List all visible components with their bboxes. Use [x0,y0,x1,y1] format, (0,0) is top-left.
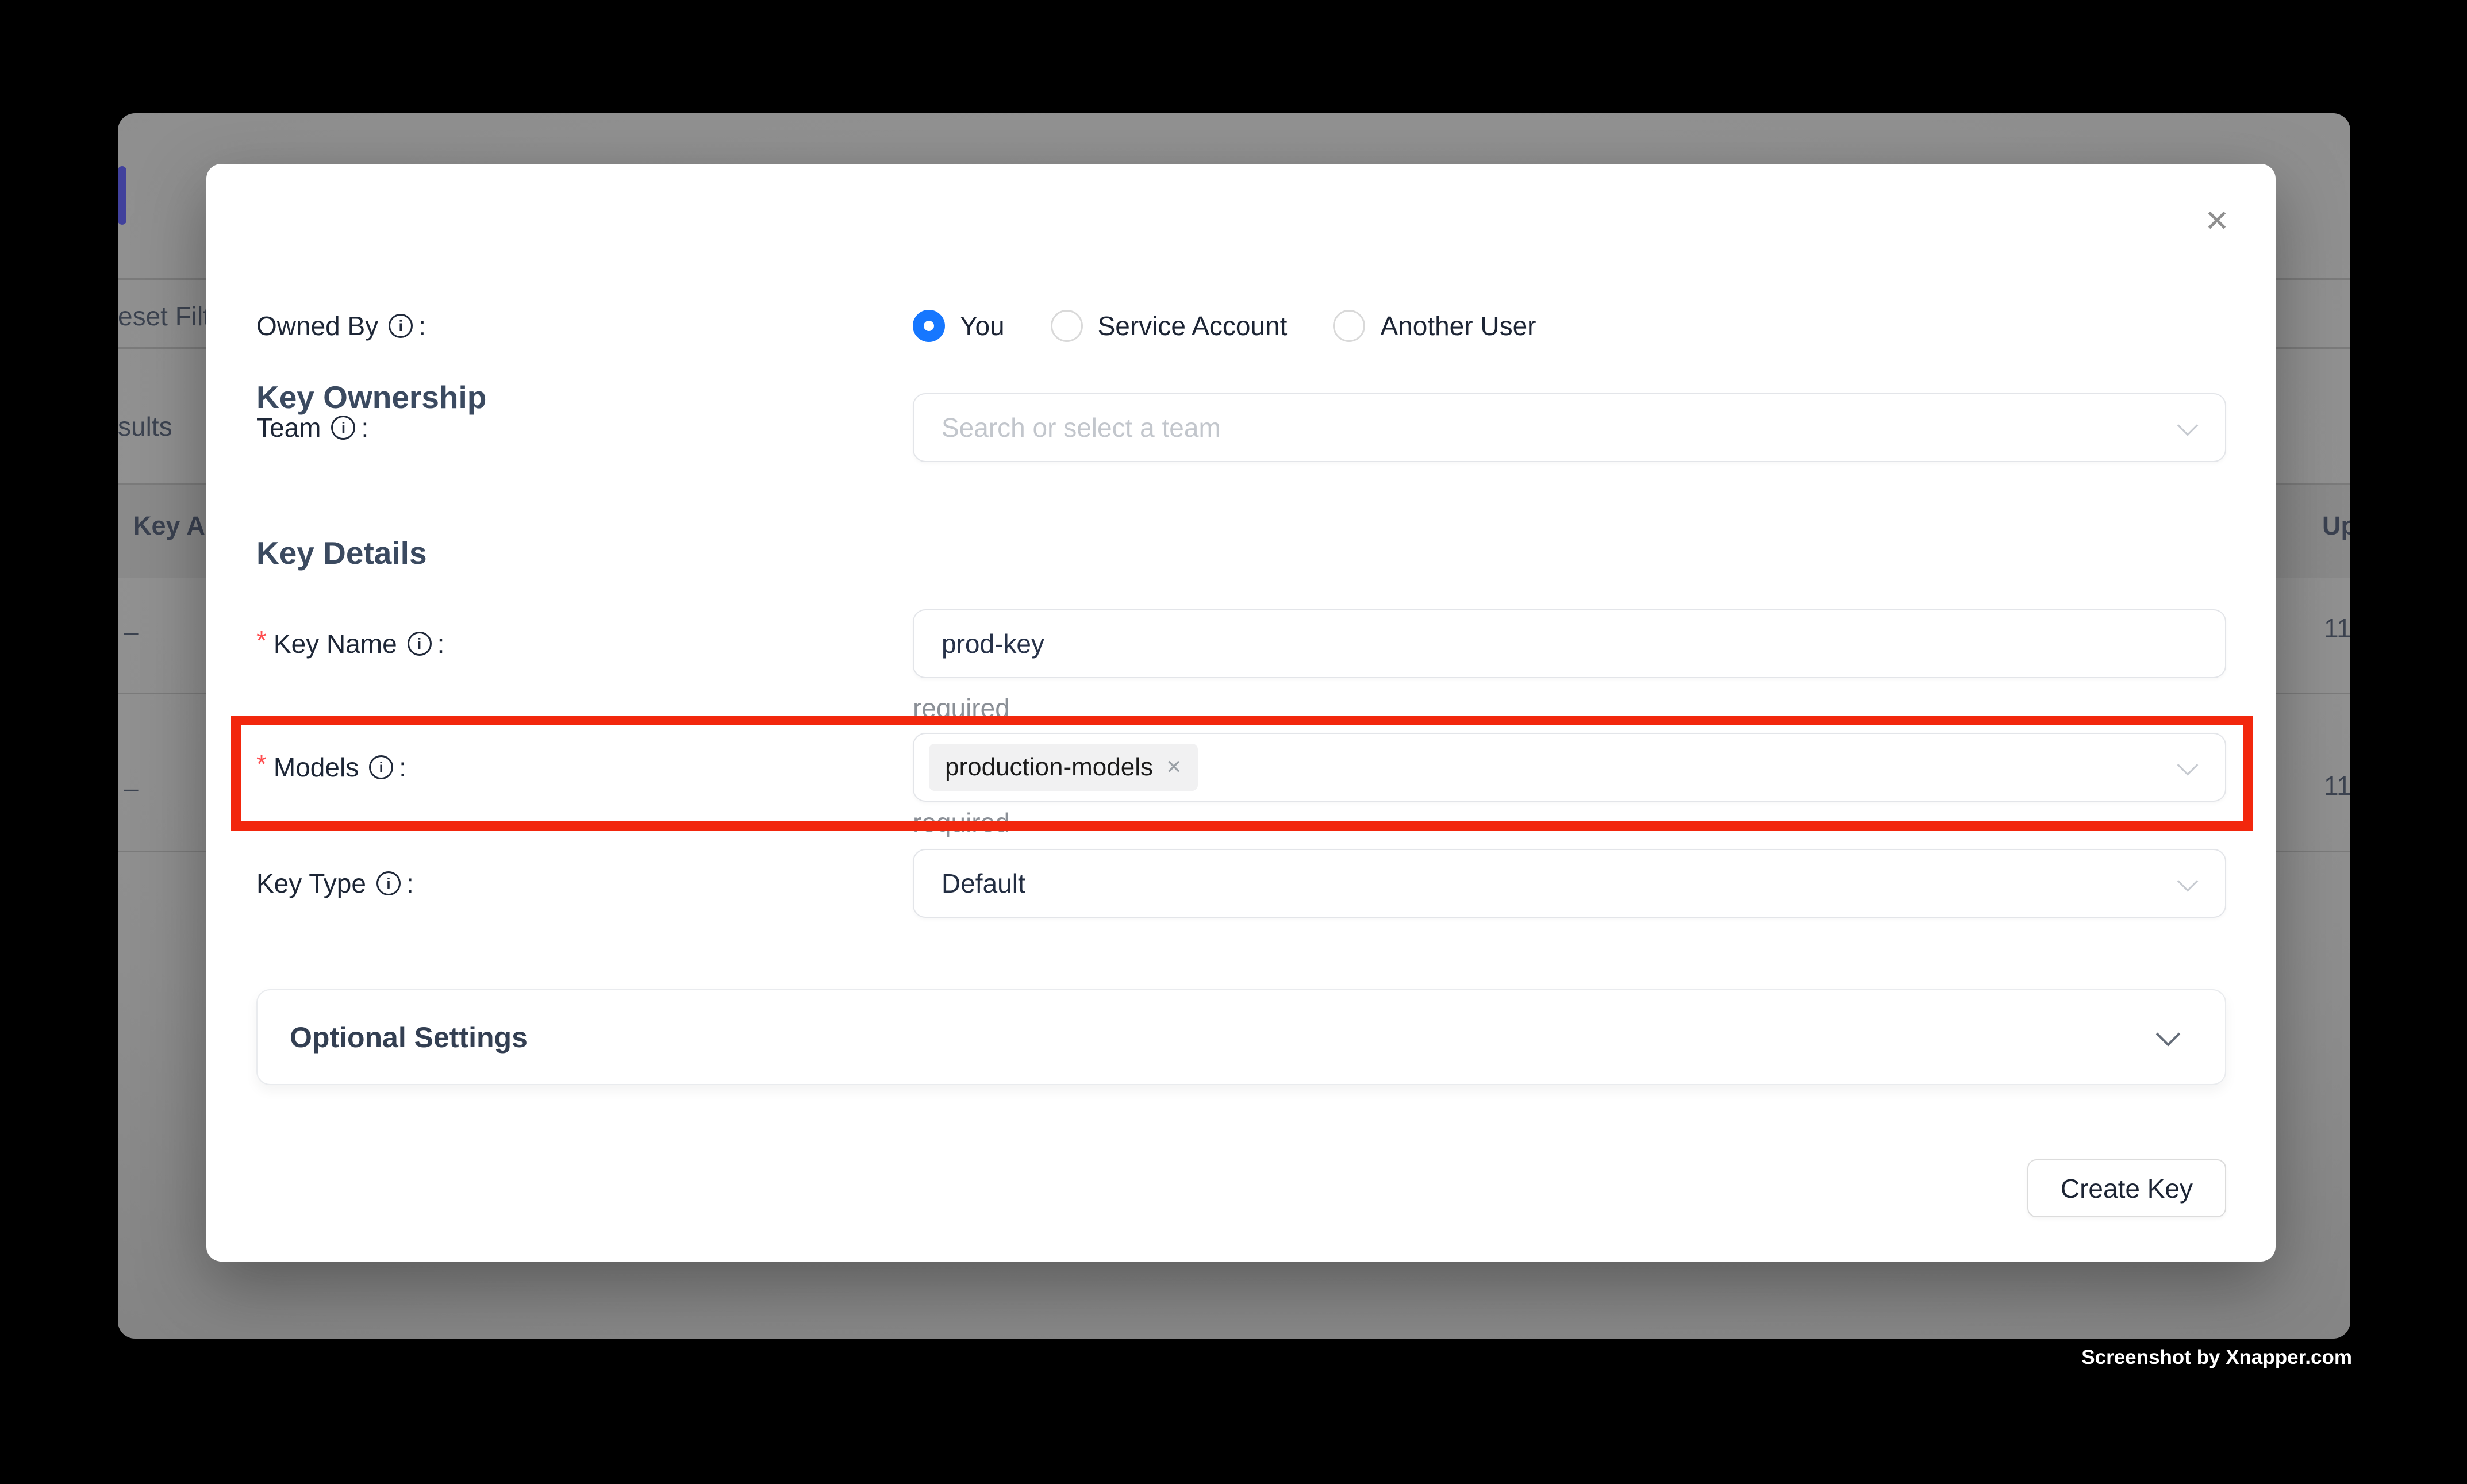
key-name-label: * Key Name i : [256,609,444,678]
models-label: * Models i : [256,733,406,802]
owned-by-label: Owned By i : [256,309,426,343]
models-required-message: required [913,806,1010,839]
key-type-label: Key Type i : [256,849,414,918]
key-type-value: Default [937,868,1025,899]
results-count-fragment: sults [118,409,172,444]
table-row-updated-cell: 11/ [2324,768,2350,803]
create-key-button[interactable]: Create Key [2027,1159,2226,1217]
section-title-key-details: Key Details [256,535,427,571]
optional-settings-toggle[interactable]: Optional Settings [256,989,2226,1085]
radio-option-another-user[interactable]: Another User [1333,310,1536,342]
required-asterisk: * [256,748,267,779]
radio-selected-icon[interactable] [913,310,945,342]
info-icon[interactable]: i [408,632,432,656]
key-name-field [913,609,2226,678]
key-name-required-message: required [913,692,1010,724]
table-row-alias-cell: – [124,771,139,805]
chevron-down-icon [2177,755,2199,776]
team-select-placeholder: Search or select a team [937,412,1221,443]
reset-filters-button-fragment[interactable]: eset Filt [118,299,210,333]
chevron-down-icon [2177,415,2199,436]
info-icon[interactable]: i [331,416,355,440]
chevron-down-icon [2156,1022,2180,1046]
clipped-primary-button [118,166,126,225]
team-label: Team i : [256,393,368,462]
info-icon[interactable]: i [369,755,393,779]
models-select[interactable]: production-models ✕ [913,733,2226,802]
owned-by-radio-group: You Service Account Another User [913,309,1582,343]
team-select[interactable]: Search or select a team [913,393,2226,462]
info-icon[interactable]: i [389,314,413,338]
radio-unselected-icon[interactable] [1051,310,1083,342]
close-icon[interactable]: ✕ [2192,196,2242,247]
table-row-updated-cell: 11/ [2324,611,2350,645]
table-row-alias-cell: – [124,614,139,649]
watermark-text: Screenshot by Xnapper.com [2081,1346,2352,1369]
remove-tag-icon[interactable]: ✕ [1166,756,1182,779]
required-asterisk: * [256,625,267,656]
column-header-updated: Up [2322,509,2350,543]
selected-model-tag[interactable]: production-models ✕ [929,744,1198,791]
info-icon[interactable]: i [376,871,401,895]
key-type-select[interactable]: Default [913,849,2226,918]
radio-option-service-account[interactable]: Service Account [1051,310,1288,342]
radio-option-you[interactable]: You [913,310,1005,342]
create-key-modal: ✕ Key Ownership Owned By i : You Service… [206,164,2276,1262]
radio-unselected-icon[interactable] [1333,310,1365,342]
key-name-input[interactable] [937,628,2162,659]
screenshot-canvas: eset Filt sults Key Alia Up – 11/ – 11/ … [0,0,2467,1484]
chevron-down-icon [2177,871,2199,892]
